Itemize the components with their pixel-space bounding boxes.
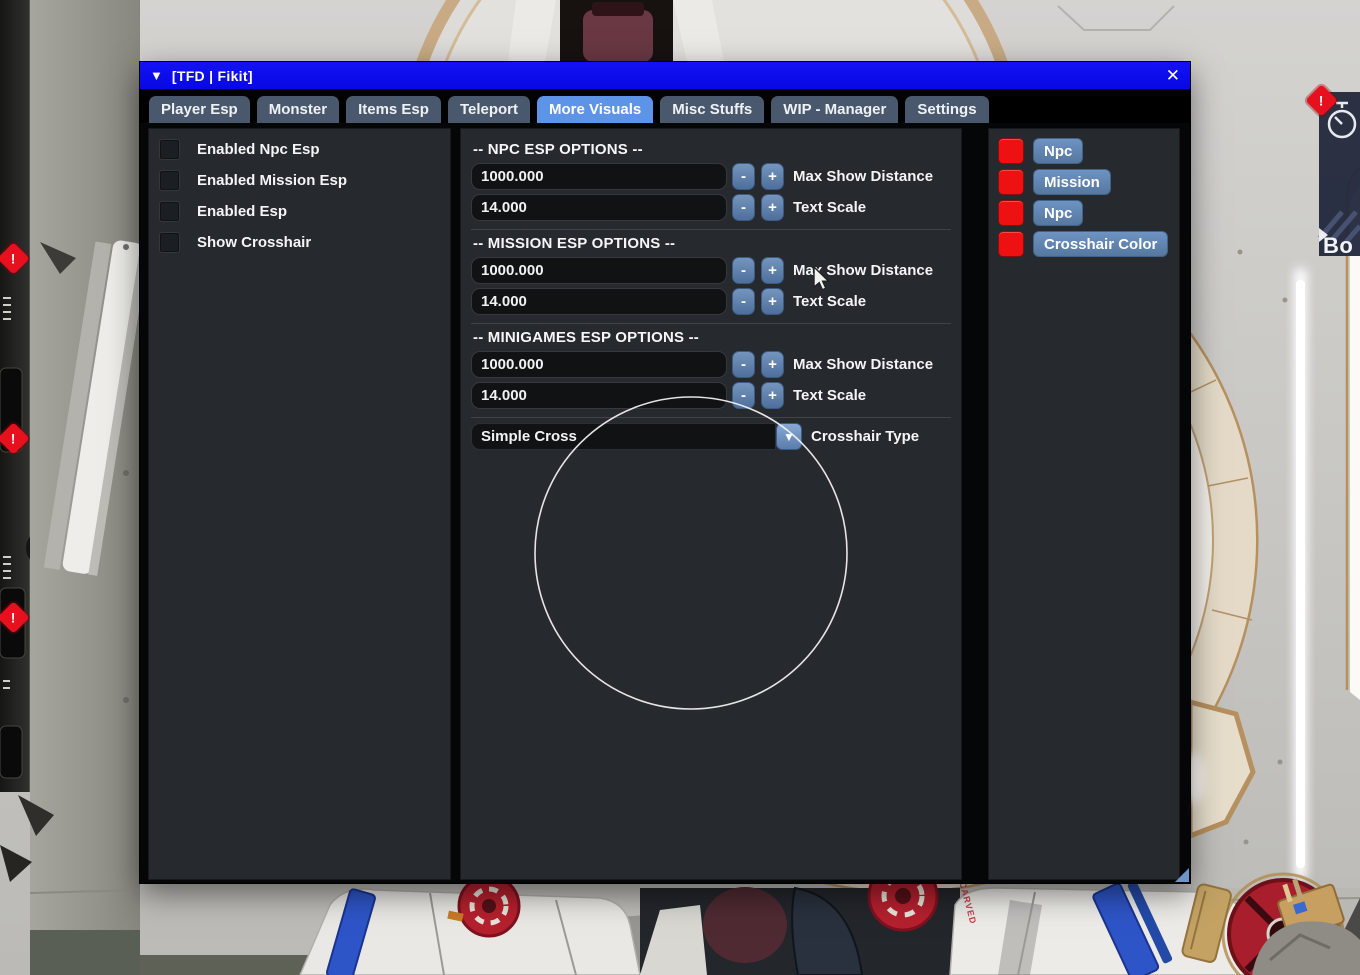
divider [471, 229, 951, 230]
decrement-button[interactable]: - [732, 257, 755, 284]
npc-color-swatch[interactable] [998, 138, 1024, 164]
npc2-color-swatch[interactable] [998, 200, 1024, 226]
colors-panel: Npc Mission Npc Crosshair Color [988, 128, 1180, 880]
mission-text-scale-row: 14.000 - + Text Scale [471, 288, 951, 315]
chevron-down-icon[interactable]: ▼ [776, 423, 802, 450]
minigames-text-scale-input[interactable]: 14.000 [471, 382, 727, 409]
mission-max-show-distance-row: 1000.000 - + Max Show Distance [471, 257, 951, 284]
minigames-text-scale-row: 14.000 - + Text Scale [471, 382, 951, 409]
mech-head-slot [508, 0, 724, 62]
collapse-icon[interactable]: ▼ [150, 69, 163, 82]
decrement-button[interactable]: - [732, 382, 755, 409]
tab-wip-manager[interactable]: WIP - Manager [771, 96, 898, 123]
decrement-button[interactable]: - [732, 163, 755, 190]
checkbox-show-crosshair[interactable]: Show Crosshair [159, 232, 440, 253]
section-header-npc-esp: -- NPC ESP OPTIONS -- [473, 141, 951, 158]
npc-color-button[interactable]: Npc [1033, 138, 1083, 164]
checkbox-enabled-esp[interactable]: Enabled Esp [159, 201, 440, 222]
mission-color-row: Mission [998, 169, 1170, 195]
screen: ! ! ! ! Bo CARVED ▼ [TFD | Fikit] ✕ Play… [0, 0, 1360, 975]
checkbox[interactable] [159, 201, 180, 222]
decrement-button[interactable]: - [732, 194, 755, 221]
increment-button[interactable]: + [761, 163, 784, 190]
mech-joint-left [459, 876, 519, 936]
checkbox-enabled-mission-esp[interactable]: Enabled Mission Esp [159, 170, 440, 191]
tab-items-esp[interactable]: Items Esp [346, 96, 441, 123]
mission-text-scale-input[interactable]: 14.000 [471, 288, 727, 315]
npc-text-scale-input[interactable]: 14.000 [471, 194, 727, 221]
section-header-mission-esp: -- MISSION ESP OPTIONS -- [473, 235, 951, 252]
increment-button[interactable]: + [761, 351, 784, 378]
increment-button[interactable]: + [761, 382, 784, 409]
checkbox-enabled-npc-esp[interactable]: Enabled Npc Esp [159, 139, 440, 160]
window-title: [TFD | Fikit] [172, 68, 253, 84]
checkbox[interactable] [159, 170, 180, 191]
crosshair-type-combo[interactable]: Simple Cross [471, 423, 776, 450]
checkbox[interactable] [159, 232, 180, 253]
npc2-color-row: Npc [998, 200, 1170, 226]
minigames-max-show-distance-input[interactable]: 1000.000 [471, 351, 727, 378]
npc-max-show-distance-input[interactable]: 1000.000 [471, 163, 727, 190]
increment-button[interactable]: + [761, 288, 784, 315]
increment-button[interactable]: + [761, 257, 784, 284]
tab-bar: Player Esp Monster Items Esp Teleport Mo… [140, 89, 1190, 123]
decrement-button[interactable]: - [732, 288, 755, 315]
increment-button[interactable]: + [761, 194, 784, 221]
npc-max-show-distance-row: 1000.000 - + Max Show Distance [471, 163, 951, 190]
crosshair-color-swatch[interactable] [998, 231, 1024, 257]
crosshair-color-button[interactable]: Crosshair Color [1033, 231, 1168, 257]
close-icon[interactable]: ✕ [1166, 67, 1180, 84]
tab-player-esp[interactable]: Player Esp [149, 96, 250, 123]
options-panel: -- NPC ESP OPTIONS -- 1000.000 - + Max S… [460, 128, 962, 880]
tab-teleport[interactable]: Teleport [448, 96, 530, 123]
mission-color-swatch[interactable] [998, 169, 1024, 195]
titlebar[interactable]: ▼ [TFD | Fikit] ✕ [140, 62, 1190, 89]
divider [471, 417, 951, 418]
tab-misc-stuffs[interactable]: Misc Stuffs [660, 96, 764, 123]
npc-color-row: Npc [998, 138, 1170, 164]
tab-more-visuals[interactable]: More Visuals [537, 96, 653, 123]
tab-monster[interactable]: Monster [257, 96, 339, 123]
divider [471, 323, 951, 324]
section-header-minigames-esp: -- MINIGAMES ESP OPTIONS -- [473, 329, 951, 346]
mission-color-button[interactable]: Mission [1033, 169, 1111, 195]
hud-panel [1319, 92, 1360, 256]
tab-settings[interactable]: Settings [905, 96, 988, 123]
window-body: Enabled Npc Esp Enabled Mission Esp Enab… [140, 123, 1190, 883]
boss-hud-label: Bo [1323, 233, 1353, 259]
cheat-window: ▼ [TFD | Fikit] ✕ Player Esp Monster Ite… [140, 62, 1190, 883]
mission-max-show-distance-input[interactable]: 1000.000 [471, 257, 727, 284]
crosshair-color-row: Crosshair Color [998, 231, 1170, 257]
npc2-color-button[interactable]: Npc [1033, 200, 1083, 226]
resize-grip[interactable] [1175, 868, 1189, 882]
checkbox[interactable] [159, 139, 180, 160]
npc-text-scale-row: 14.000 - + Text Scale [471, 194, 951, 221]
decrement-button[interactable]: - [732, 351, 755, 378]
crosshair-type-row: Simple Cross ▼ Crosshair Type [471, 423, 951, 450]
toggles-panel: Enabled Npc Esp Enabled Mission Esp Enab… [148, 128, 451, 880]
minigames-max-show-distance-row: 1000.000 - + Max Show Distance [471, 351, 951, 378]
